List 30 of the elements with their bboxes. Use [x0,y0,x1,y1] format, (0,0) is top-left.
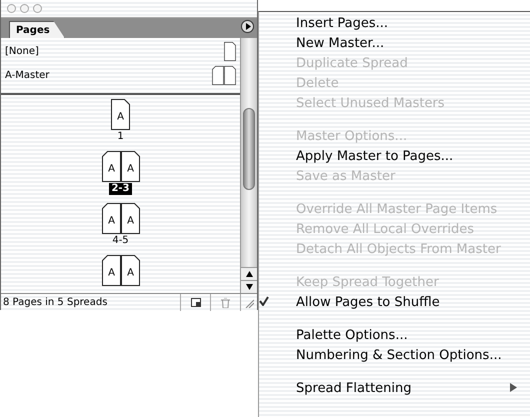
zoom-button[interactable] [33,4,42,13]
spread-pages-icon[interactable] [212,66,236,84]
menu-item[interactable]: Numbering & Section Options... [296,348,502,362]
scrollbar[interactable] [240,38,257,293]
resize-handle[interactable] [240,294,257,311]
scroll-thumb[interactable] [243,108,255,190]
scroll-up-icon[interactable] [246,271,252,277]
triangle-icon [244,23,250,30]
minimize-button[interactable] [20,4,29,13]
spread-label[interactable]: 2-3 [109,183,132,195]
page-icon[interactable]: A [111,99,130,130]
menu-item[interactable]: Palette Options... [296,328,408,342]
master-name[interactable]: A-Master [5,70,50,80]
spread-label[interactable]: 4-5 [110,235,131,247]
close-button[interactable] [7,4,16,13]
menu-item[interactable]: New Master... [296,36,384,50]
pages-tab[interactable]: Pages [9,21,65,38]
menu-item[interactable]: Allow Pages to Shuffle [296,294,440,310]
scroll-down-icon[interactable] [246,284,252,290]
grip-icon [244,298,254,308]
page-icon[interactable] [224,42,236,60]
trash-icon [221,298,230,308]
spread-label[interactable]: 1 [115,131,126,143]
palette-menu-button[interactable] [241,20,254,33]
master-name[interactable]: [None] [5,46,39,56]
status-text: 8 Pages in 5 Spreads [2,297,108,308]
menu-item[interactable]: Spread Flattening [296,380,412,396]
new-page-icon [190,298,200,307]
menu-item[interactable]: Apply Master to Pages... [296,148,454,164]
menu-item[interactable]: Insert Pages... [296,16,388,30]
